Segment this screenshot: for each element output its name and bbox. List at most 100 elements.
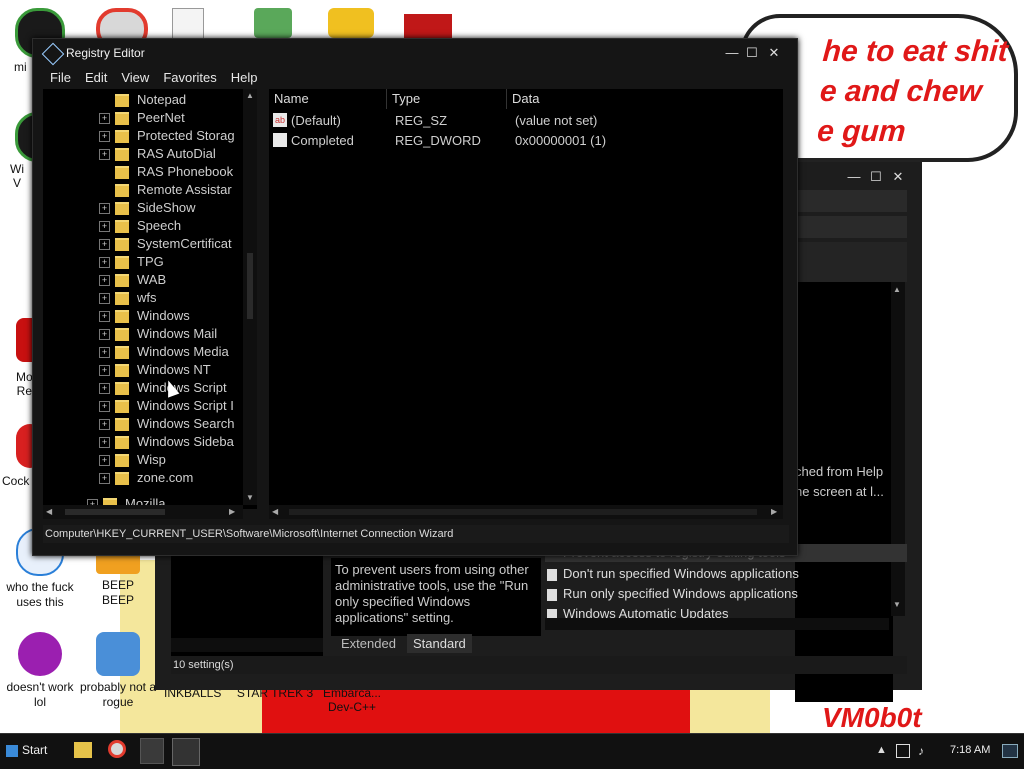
gear-icon	[96, 632, 140, 676]
tab-extended[interactable]: Extended	[341, 636, 396, 651]
value-row[interactable]: ab (Default) REG_SZ (value not set)	[269, 111, 783, 131]
expand-icon[interactable]: +	[99, 293, 110, 304]
tree-label: RAS AutoDial	[137, 146, 216, 161]
close-icon[interactable]: ✕	[765, 45, 783, 61]
expand-icon[interactable]: +	[99, 437, 110, 448]
expand-icon[interactable]: +	[99, 203, 110, 214]
tab-standard[interactable]: Standard	[407, 634, 472, 653]
tree-hscrollbar[interactable]: ◀ ▶	[43, 505, 243, 519]
desktop-icon[interactable]: BEEP BEEP	[78, 548, 158, 608]
column-type[interactable]: Type	[387, 89, 507, 109]
folder-icon	[115, 436, 129, 449]
expand-icon[interactable]: +	[99, 275, 110, 286]
minimize-icon[interactable]: —	[845, 169, 863, 185]
expand-icon[interactable]: +	[99, 257, 110, 268]
expand-icon[interactable]: +	[99, 383, 110, 394]
document-icon	[547, 608, 557, 618]
menu-help[interactable]: Help	[224, 67, 265, 89]
value-name: (Default)	[291, 113, 341, 128]
expand-icon[interactable]: +	[99, 455, 110, 466]
desktop-icon-label: doesn't work lol	[6, 680, 74, 709]
expand-icon[interactable]: +	[99, 221, 110, 232]
volume-icon[interactable]: ♪	[918, 744, 924, 758]
expand-icon[interactable]: +	[99, 311, 110, 322]
scroll-left-icon[interactable]: ◀	[46, 507, 52, 516]
column-name[interactable]: Name	[269, 89, 387, 109]
expand-icon[interactable]: +	[99, 149, 110, 160]
scroll-thumb[interactable]	[247, 253, 253, 319]
expand-icon[interactable]: +	[99, 113, 110, 124]
setting-row[interactable]: Windows Automatic Updates	[547, 604, 728, 618]
tree-scrollbar[interactable]: ▲ ▼	[243, 89, 257, 505]
network-icon[interactable]	[896, 744, 910, 758]
scroll-thumb[interactable]	[65, 509, 165, 515]
values-list[interactable]: Name Type Data ab (Default) REG_SZ (valu…	[269, 89, 783, 509]
list-hscrollbar[interactable]: ◀ ▶	[269, 505, 783, 519]
setting-row[interactable]: Don't run specified Windows applications	[547, 564, 799, 584]
chrome-icon[interactable]	[108, 740, 126, 758]
folder-icon	[115, 130, 129, 143]
tree-label: PeerNet	[137, 110, 185, 125]
desktop-icon-label: BEEP BEEP	[101, 578, 134, 607]
chevron-up-icon[interactable]: ▲	[876, 744, 887, 756]
scroll-down-icon[interactable]: ▼	[246, 493, 254, 502]
setting-label: Run only specified Windows applications	[563, 586, 798, 601]
scroll-up-icon[interactable]: ▲	[246, 91, 254, 100]
regedit-icon[interactable]	[172, 738, 200, 766]
help-text-body: To prevent users from using other admini…	[335, 562, 529, 625]
game-icon[interactable]	[328, 8, 374, 38]
media-icon[interactable]	[140, 738, 164, 764]
minimize-icon[interactable]: —	[723, 45, 741, 61]
horizontal-scrollbar[interactable]	[545, 618, 889, 630]
tree-label: Speech	[137, 218, 182, 233]
menu-file[interactable]: File	[43, 67, 78, 89]
title-bar[interactable]: Registry Editor — ☐ ✕	[33, 39, 797, 67]
expand-icon[interactable]: +	[99, 401, 110, 412]
app-icon[interactable]	[404, 14, 452, 38]
expand-icon[interactable]: +	[99, 131, 110, 142]
scroll-right-icon[interactable]: ▶	[771, 507, 777, 516]
window-title: Registry Editor	[66, 46, 145, 60]
horizontal-scrollbar[interactable]	[171, 638, 323, 652]
scroll-right-icon[interactable]: ▶	[229, 507, 235, 516]
expand-icon[interactable]: +	[99, 329, 110, 340]
scroll-thumb[interactable]	[289, 509, 757, 515]
menu-favorites[interactable]: Favorites	[156, 67, 223, 89]
desktop-icon-label: mi	[14, 60, 27, 74]
tab-bar: Extended Standard	[335, 634, 475, 656]
toolbar	[795, 216, 907, 238]
settings-list-right: ched from Help he screen at l...	[795, 282, 893, 702]
menu-view[interactable]: View	[114, 67, 156, 89]
folder-icon[interactable]	[74, 742, 92, 758]
scroll-up-icon[interactable]: ▲	[893, 285, 901, 294]
menu-edit[interactable]: Edit	[78, 67, 114, 89]
start-button[interactable]: Start	[2, 738, 52, 762]
expand-icon[interactable]: +	[99, 365, 110, 376]
expand-icon[interactable]: +	[99, 473, 110, 484]
registry-tree[interactable]: Notepad + PeerNet + Protected Storag + RAS Aut…	[43, 89, 257, 509]
close-icon[interactable]: ✕	[889, 169, 907, 185]
setting-row[interactable]: Run only specified Windows applications	[547, 584, 798, 604]
tree-label: Notepad	[137, 92, 187, 107]
desktop-icon[interactable]: probably not a rogue	[78, 632, 158, 710]
maximize-icon[interactable]: ☐	[867, 169, 885, 185]
scroll-left-icon[interactable]: ◀	[272, 507, 278, 516]
folder-icon	[115, 256, 129, 269]
expand-icon[interactable]: +	[99, 419, 110, 430]
cards-icon[interactable]	[172, 8, 204, 40]
scrollbar[interactable]: ▲ ▼	[891, 282, 905, 616]
clock[interactable]: 7:18 AM	[950, 744, 990, 756]
maximize-icon[interactable]: ☐	[743, 45, 761, 61]
show-desktop-icon[interactable]	[1002, 744, 1018, 758]
desktop-icon[interactable]: doesn't work lol	[0, 632, 80, 710]
folder-icon	[115, 328, 129, 341]
registry-editor-window[interactable]: Registry Editor — ☐ ✕ File Edit View Favori…	[32, 38, 798, 556]
shield-icon[interactable]	[254, 8, 292, 38]
expand-icon[interactable]: +	[99, 239, 110, 250]
setting-label: Windows Automatic Updates	[563, 606, 729, 618]
scroll-down-icon[interactable]: ▼	[893, 600, 901, 609]
desktop-icon-label[interactable]: Embarca... Dev-C++	[316, 686, 388, 714]
column-data[interactable]: Data	[507, 89, 783, 109]
value-row[interactable]: Completed REG_DWORD 0x00000001 (1)	[269, 131, 783, 151]
expand-icon[interactable]: +	[99, 347, 110, 358]
